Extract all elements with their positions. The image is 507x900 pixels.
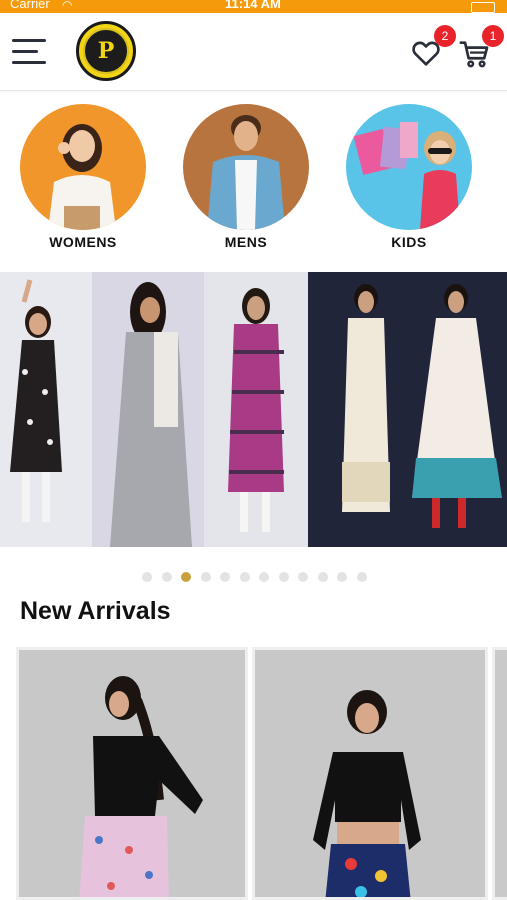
cart-count-badge: 1 — [482, 25, 504, 47]
carrier-label: Carrier — [10, 0, 50, 11]
wishlist-count-badge: 2 — [434, 25, 456, 47]
product-card[interactable] — [16, 647, 248, 900]
banner-panel — [308, 272, 507, 547]
category-womens[interactable]: WOMENS — [18, 104, 148, 250]
brand-logo[interactable]: P — [76, 21, 136, 81]
category-image-womens — [20, 104, 146, 230]
category-label-mens: MENS — [224, 234, 268, 250]
product-card-partial[interactable] — [492, 647, 507, 900]
wishlist-button[interactable]: 2 — [410, 25, 456, 71]
new-arrivals-list — [16, 647, 507, 900]
carousel-dot[interactable] — [142, 572, 152, 582]
carousel-pagination — [0, 571, 507, 583]
logo-monogram: P — [83, 28, 129, 74]
cart-button[interactable]: 1 — [458, 25, 504, 71]
hamburger-line — [12, 61, 46, 64]
carousel-dot[interactable] — [337, 572, 347, 582]
carousel-dot[interactable] — [161, 572, 172, 582]
banner-panel — [0, 272, 92, 547]
category-image-mens — [183, 104, 309, 230]
category-row: WOMENS MENS KIDS — [0, 92, 507, 272]
category-kids[interactable]: KIDS — [344, 104, 474, 250]
category-label-womens: WOMENS — [49, 234, 117, 250]
carousel-dot[interactable] — [220, 572, 230, 582]
app-header: P 2 1 — [0, 13, 507, 91]
category-label-kids: KIDS — [391, 234, 427, 250]
status-time: 11:14 AM — [225, 0, 281, 11]
carousel-dot[interactable] — [239, 572, 250, 582]
hamburger-menu-icon — [12, 39, 46, 42]
hamburger-line — [12, 50, 38, 53]
carousel-dot[interactable] — [181, 572, 191, 582]
carousel-dot[interactable] — [317, 572, 328, 582]
carousel-dot[interactable] — [356, 572, 367, 582]
section-title-new-arrivals: New Arrivals — [20, 597, 171, 625]
banner-panel — [204, 272, 308, 547]
menu-button[interactable] — [12, 35, 48, 67]
carousel-dot[interactable] — [200, 572, 211, 582]
wifi-icon: ◠ — [62, 0, 73, 12]
product-card[interactable] — [252, 647, 488, 900]
status-bar: Carrier ◠ 11:14 AM — [0, 0, 507, 13]
category-mens[interactable]: MENS — [181, 104, 311, 250]
carousel-dot[interactable] — [259, 572, 269, 582]
promo-carousel[interactable] — [0, 272, 507, 547]
category-image-kids — [346, 104, 472, 230]
carousel-dot[interactable] — [298, 572, 308, 582]
carousel-dot[interactable] — [278, 572, 289, 582]
battery-icon — [471, 2, 495, 13]
banner-panel — [92, 272, 204, 547]
